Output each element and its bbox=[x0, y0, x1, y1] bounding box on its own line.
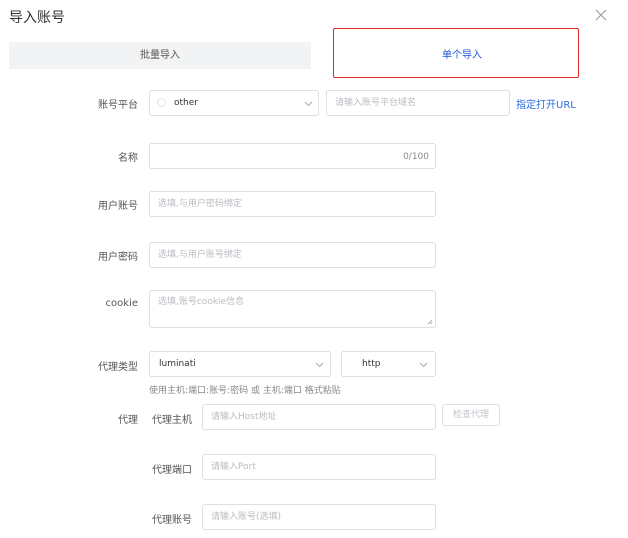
proxy-port-label: 代理端口 bbox=[152, 465, 192, 476]
chevron-down-icon bbox=[304, 101, 313, 107]
platform-select[interactable]: other bbox=[149, 90, 319, 116]
proxy-provider-select[interactable]: luminati bbox=[149, 351, 331, 377]
check-proxy-button[interactable]: 检查代理 bbox=[442, 404, 500, 426]
name-input[interactable]: 0/100 bbox=[149, 143, 436, 169]
dialog-title: 导入账号 bbox=[9, 10, 65, 26]
proxy-account-input[interactable]: 请输入账号(选填) bbox=[202, 504, 436, 530]
chevron-down-icon bbox=[315, 362, 324, 368]
proxy-port-input[interactable]: 请输入Port bbox=[202, 454, 436, 480]
proxy-host-label: 代理主机 bbox=[152, 415, 192, 426]
password-label: 用户密码 bbox=[98, 252, 138, 263]
chevron-down-icon bbox=[419, 362, 428, 368]
proxy-account-label: 代理账号 bbox=[152, 515, 192, 526]
proxy-format-hint: 使用主机:端口:账号:密码 或 主机:端口 格式粘贴 bbox=[149, 386, 341, 396]
proxy-label: 代理 bbox=[118, 415, 138, 426]
platform-icon bbox=[157, 98, 166, 107]
cookie-label: cookie bbox=[105, 298, 138, 309]
username-label: 用户账号 bbox=[98, 201, 138, 212]
proxy-protocol-select[interactable]: http bbox=[341, 351, 436, 377]
platform-url-input[interactable]: 请输入账号平台域名 bbox=[326, 90, 510, 116]
cookie-textarea[interactable]: 选填,账号cookie信息 bbox=[149, 290, 436, 328]
name-char-counter: 0/100 bbox=[403, 152, 429, 162]
password-input[interactable]: 选填,与用户账号绑定 bbox=[149, 242, 436, 268]
close-icon[interactable] bbox=[594, 8, 608, 22]
name-label: 名称 bbox=[118, 153, 138, 164]
specify-url-link[interactable]: 指定打开URL bbox=[516, 96, 576, 111]
highlight-annotation-box bbox=[333, 28, 579, 78]
tab-batch-import[interactable]: 批量导入 bbox=[9, 42, 311, 69]
proxy-host-input[interactable]: 请输入Host地址 bbox=[202, 404, 436, 430]
platform-label: 账号平台 bbox=[98, 100, 138, 111]
username-input[interactable]: 选填,与用户密码绑定 bbox=[149, 191, 436, 217]
resize-handle-icon[interactable] bbox=[427, 319, 433, 325]
proxy-type-label: 代理类型 bbox=[98, 362, 138, 373]
